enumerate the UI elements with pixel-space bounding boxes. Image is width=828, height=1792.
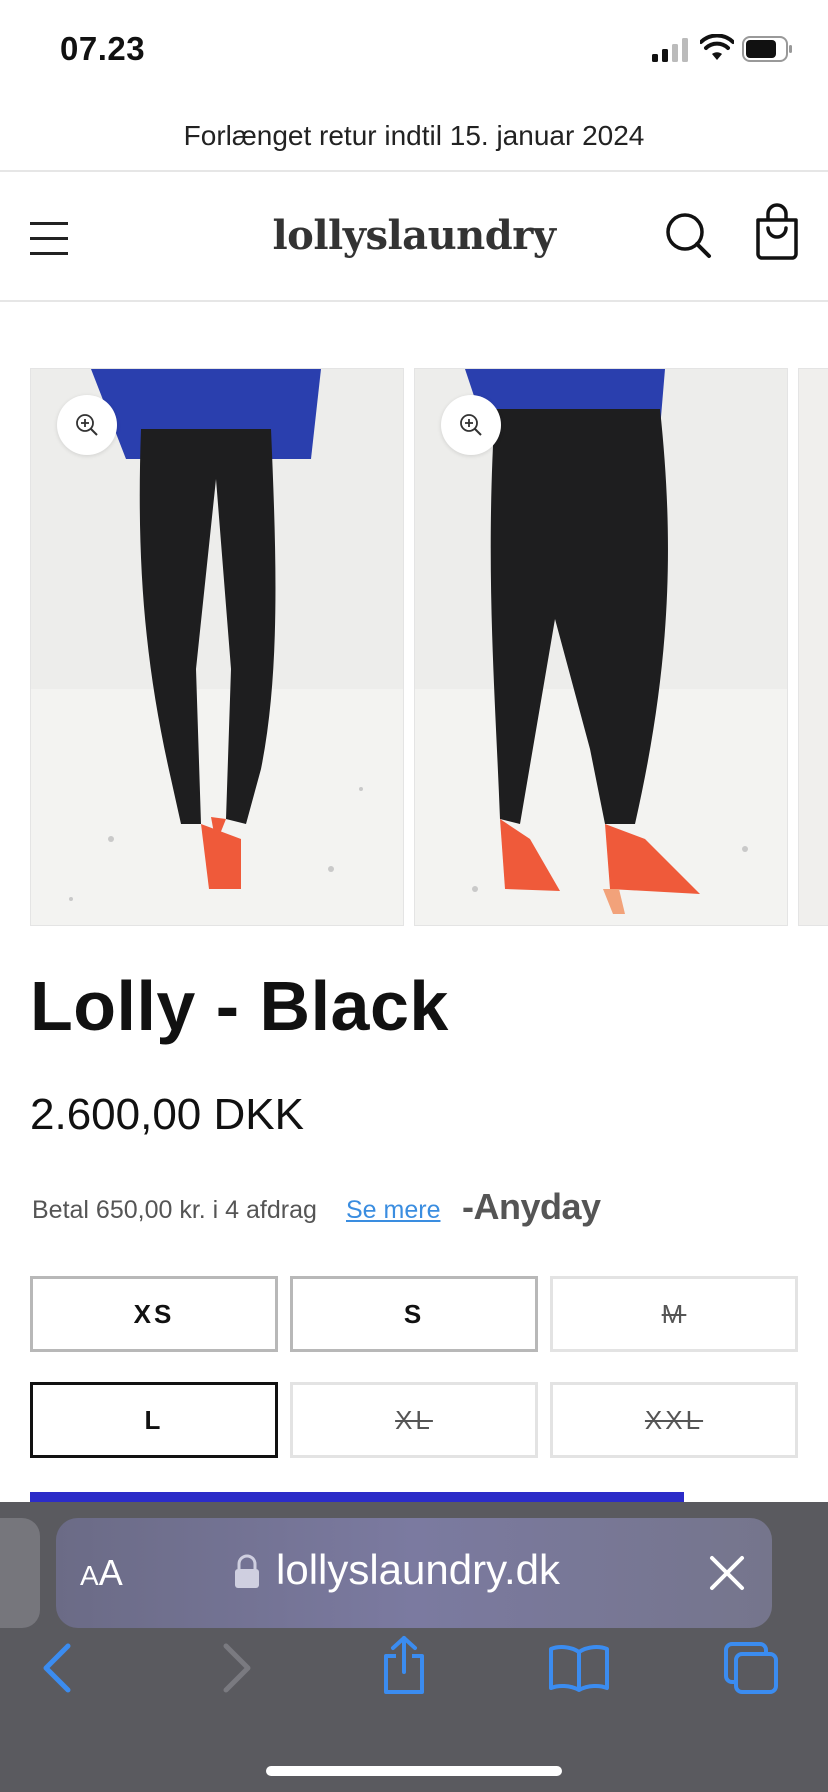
size-option-l[interactable]: L bbox=[30, 1382, 278, 1458]
reader-settings-button[interactable]: AA bbox=[80, 1552, 123, 1594]
share-icon[interactable] bbox=[378, 1634, 430, 1696]
status-time: 07.23 bbox=[60, 30, 146, 67]
zoom-in-icon bbox=[76, 414, 98, 436]
bookmarks-icon[interactable] bbox=[548, 1644, 610, 1692]
close-icon[interactable] bbox=[708, 1554, 746, 1592]
search-icon[interactable] bbox=[664, 208, 714, 264]
status-bar: 07.23 bbox=[0, 0, 828, 100]
aa-big: A bbox=[98, 1552, 123, 1593]
zoom-in-icon bbox=[460, 414, 482, 436]
zoom-button[interactable] bbox=[441, 395, 501, 455]
tabs-icon[interactable] bbox=[722, 1640, 782, 1696]
size-option-s[interactable]: S bbox=[290, 1276, 538, 1352]
size-option-xl[interactable]: XL bbox=[290, 1382, 538, 1458]
address-bar[interactable]: AA lollyslaundry.dk bbox=[56, 1518, 772, 1628]
product-price: 2.600,00 DKK bbox=[30, 1090, 304, 1139]
installment-link[interactable]: Se mere bbox=[346, 1196, 440, 1225]
wifi-icon bbox=[700, 34, 734, 60]
home-indicator bbox=[266, 1766, 562, 1776]
url-text[interactable]: lollyslaundry.dk bbox=[276, 1546, 560, 1594]
site-header: lollyslaundry bbox=[0, 172, 828, 302]
product-image-front[interactable] bbox=[30, 368, 404, 926]
forward-arrow-icon[interactable] bbox=[220, 1642, 254, 1694]
product-image-back[interactable] bbox=[414, 368, 788, 926]
cellular-signal-icon bbox=[652, 38, 688, 62]
zoom-button[interactable] bbox=[57, 395, 117, 455]
previous-tab[interactable] bbox=[0, 1518, 40, 1628]
lock-icon bbox=[235, 1554, 259, 1588]
product-gallery[interactable] bbox=[30, 368, 828, 928]
anyday-logo-text: Anyday bbox=[473, 1186, 602, 1227]
product-title: Lolly - Black bbox=[30, 967, 449, 1045]
shopping-bag-icon[interactable] bbox=[754, 202, 800, 262]
size-option-xs[interactable]: XS bbox=[30, 1276, 278, 1352]
battery-icon bbox=[742, 36, 792, 62]
aa-small: A bbox=[80, 1560, 99, 1591]
anyday-logo: -Anyday bbox=[462, 1186, 602, 1227]
back-arrow-icon[interactable] bbox=[40, 1642, 74, 1694]
size-option-m[interactable]: M bbox=[550, 1276, 798, 1352]
product-image-next[interactable] bbox=[798, 368, 828, 926]
announcement-text: Forlænget retur indtil 15. januar 2024 bbox=[183, 120, 645, 151]
announcement-bar: Forlænget retur indtil 15. januar 2024 bbox=[0, 100, 828, 172]
size-option-xxl[interactable]: XXL bbox=[550, 1382, 798, 1458]
installment-text: Betal 650,00 kr. i 4 afdrag bbox=[32, 1196, 317, 1224]
browser-toolbar: AA lollyslaundry.dk bbox=[0, 1502, 828, 1792]
